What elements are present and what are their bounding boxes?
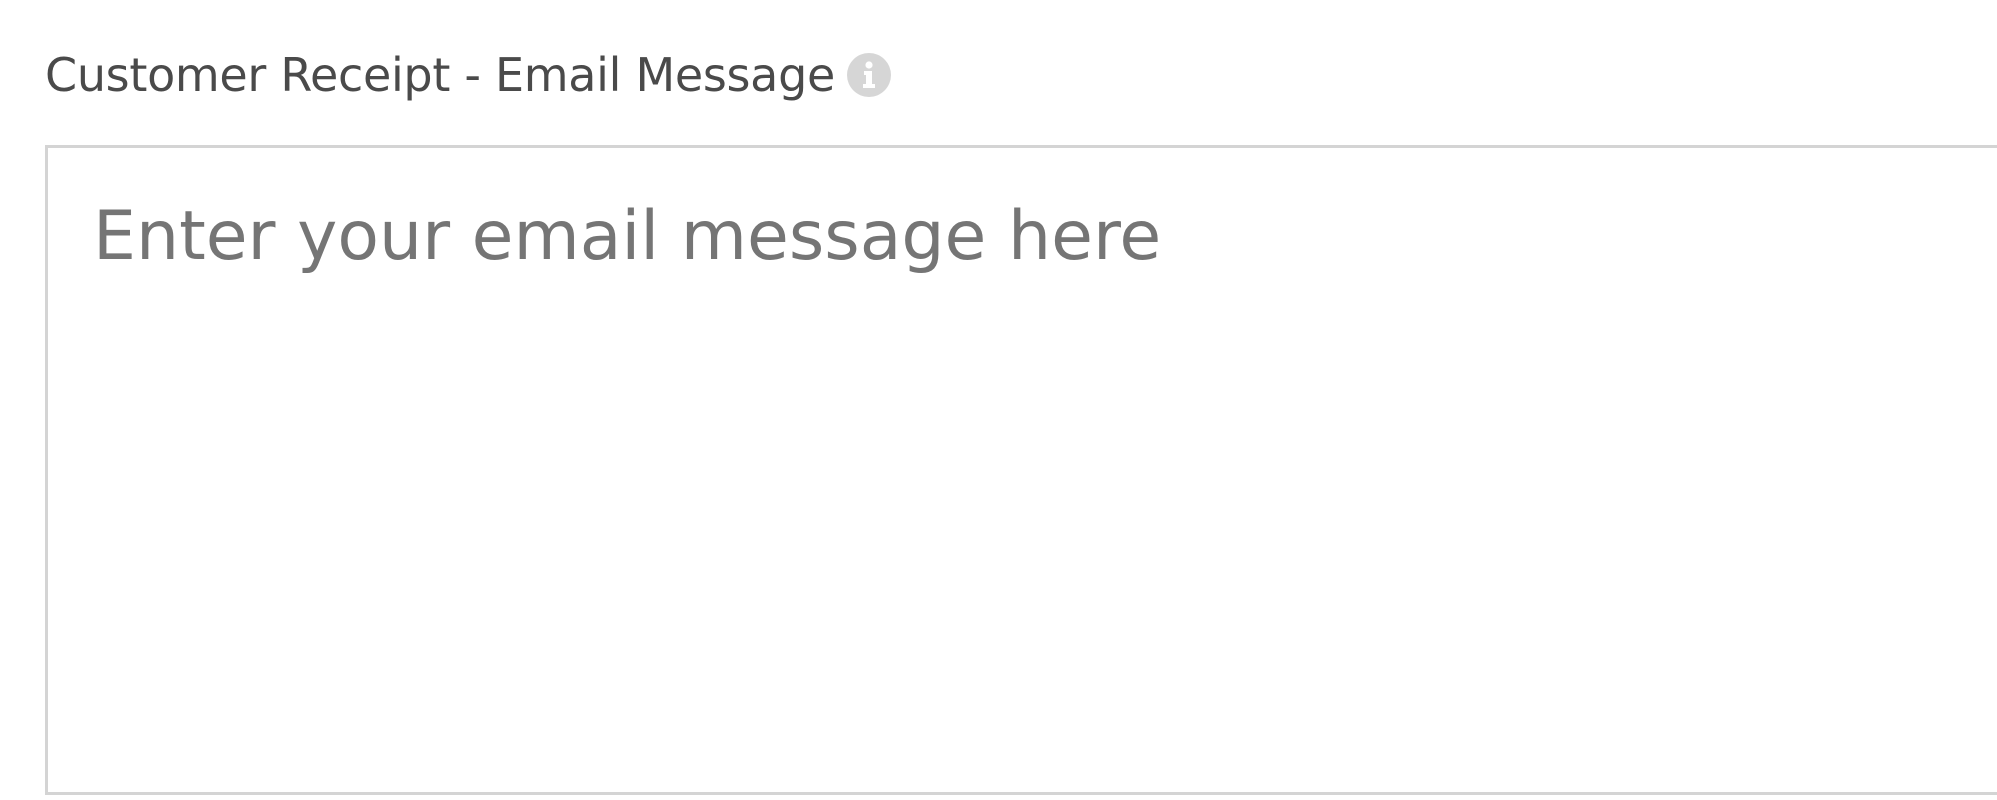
field-label-row: Customer Receipt - Email Message (45, 46, 1997, 104)
email-message-field: Customer Receipt - Email Message (45, 46, 1997, 104)
field-label: Customer Receipt - Email Message (45, 48, 835, 102)
info-icon[interactable] (846, 53, 891, 97)
info-glyph (862, 61, 875, 88)
email-message-textarea[interactable] (45, 145, 1997, 795)
